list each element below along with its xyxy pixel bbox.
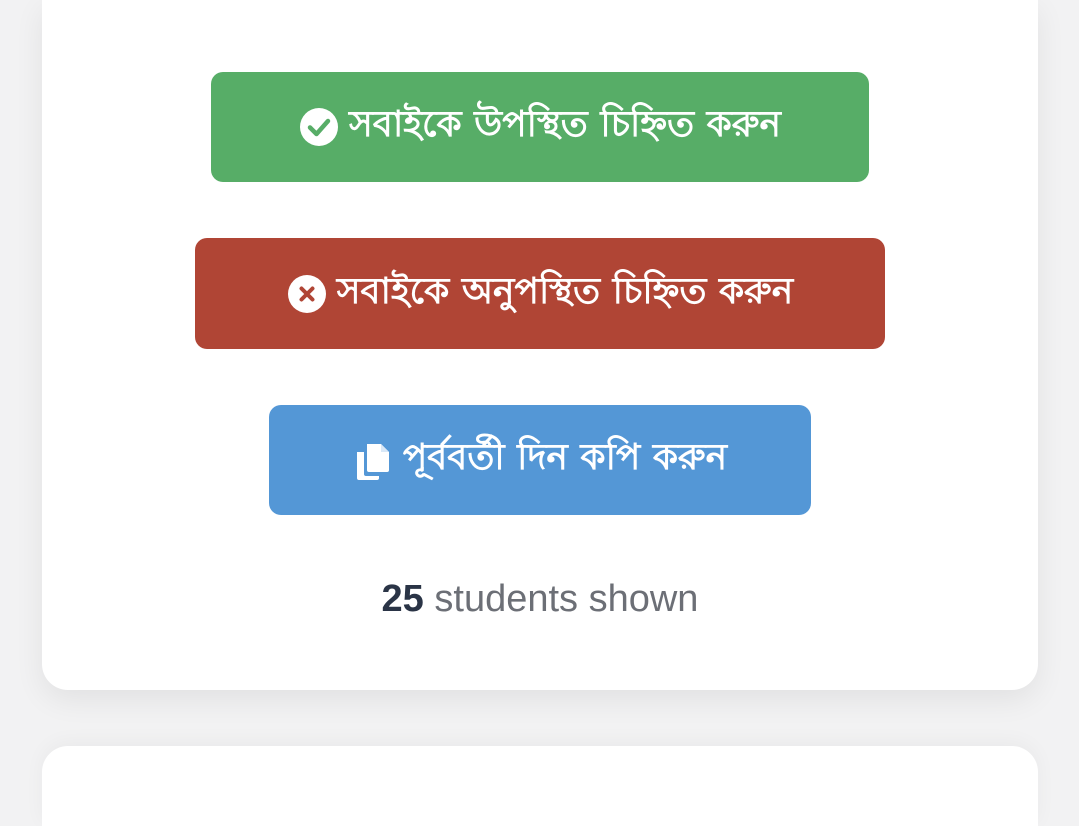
students-shown-count: 25 [381, 578, 424, 620]
x-circle-icon [287, 274, 327, 314]
students-shown-summary: 25 students shown [42, 578, 1038, 621]
students-shown-suffix: students shown [423, 578, 699, 620]
mark-all-present-button[interactable]: সবাইকে উপস্থিত চিহ্নিত করুন [211, 72, 869, 182]
attendance-actions-card: সবাইকে উপস্থিত চিহ্নিত করুন সবাইকে অনুপস… [42, 0, 1038, 690]
next-card [42, 746, 1038, 826]
copy-previous-day-label: পূর্ববর্তী দিন কপি করুন [402, 437, 728, 478]
check-circle-icon [299, 107, 339, 147]
mark-all-absent-label: সবাইকে অনুপস্থিত চিহ্নিত করুন [336, 270, 794, 312]
mark-all-absent-button[interactable]: সবাইকে অনুপস্থিত চিহ্নিত করুন [195, 238, 885, 349]
copy-previous-day-button[interactable]: পূর্ববর্তী দিন কপি করুন [269, 405, 811, 515]
copy-icon [353, 440, 393, 480]
mark-all-present-label: সবাইকে উপস্থিত চিহ্নিত করুন [349, 104, 781, 145]
